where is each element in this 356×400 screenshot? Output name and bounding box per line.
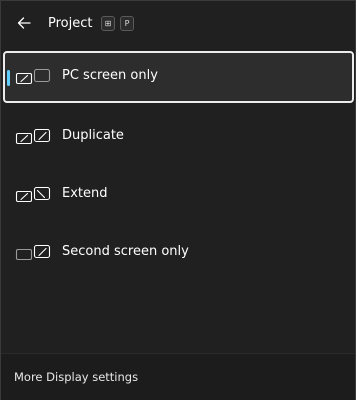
back-button[interactable] <box>11 10 37 36</box>
option-pc-screen-only[interactable]: PC screen only <box>3 51 354 103</box>
extend-icon <box>15 186 51 203</box>
pc-screen-only-icon <box>15 68 51 85</box>
more-display-settings-link[interactable]: More Display settings <box>14 370 138 384</box>
p-key-badge: P <box>120 16 134 31</box>
back-arrow-icon <box>17 17 31 29</box>
option-label: Extend <box>62 186 108 201</box>
duplicate-icon <box>15 128 51 145</box>
flyout-footer: More Display settings <box>1 353 355 400</box>
selection-indicator <box>7 70 10 86</box>
windows-key-badge: ⊞ <box>101 16 115 31</box>
option-label: PC screen only <box>62 68 158 83</box>
project-flyout: Project ⊞ P PC screen only Duplicate Ext… <box>0 0 356 400</box>
page-title: Project <box>48 16 93 31</box>
flyout-header: Project ⊞ P <box>1 1 355 47</box>
option-duplicate[interactable]: Duplicate <box>3 111 354 163</box>
option-label: Second screen only <box>62 244 189 259</box>
option-extend[interactable]: Extend <box>3 169 354 221</box>
option-label: Duplicate <box>62 128 124 143</box>
second-screen-only-icon <box>15 244 51 261</box>
option-second-screen-only[interactable]: Second screen only <box>3 227 354 279</box>
